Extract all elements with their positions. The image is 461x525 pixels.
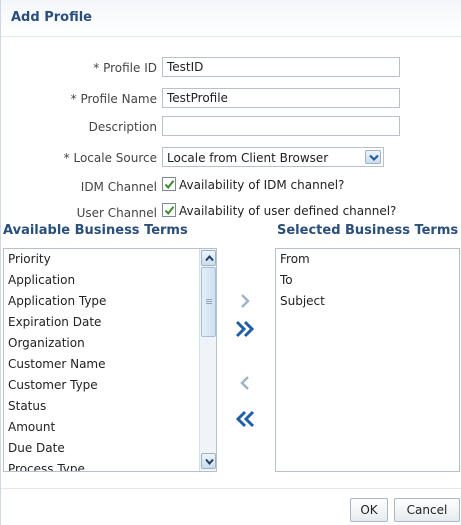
chevron-up-icon xyxy=(205,255,214,262)
list-item[interactable]: Process Type xyxy=(4,459,216,471)
list-item[interactable]: Customer Name xyxy=(4,354,216,375)
idm-channel-checkbox-text: Availability of IDM channel? xyxy=(179,178,345,192)
description-row: Description xyxy=(1,116,461,138)
available-list-scrollbar[interactable] xyxy=(199,249,216,471)
available-list-items: Priority Application Application Type Ex… xyxy=(4,249,216,471)
user-channel-row: User Channel Availability of user define… xyxy=(1,202,461,224)
user-channel-label: User Channel xyxy=(76,206,157,220)
profile-id-row: * Profile ID xyxy=(1,57,461,79)
user-channel-checkbox[interactable] xyxy=(162,203,176,217)
user-channel-checkbox-text: Availability of user defined channel? xyxy=(179,204,397,218)
ok-button[interactable]: OK xyxy=(350,498,388,522)
list-item[interactable]: Subject xyxy=(276,291,459,312)
description-label: Description xyxy=(88,120,157,134)
available-terms-list[interactable]: Priority Application Application Type Ex… xyxy=(3,248,217,472)
locale-source-row: * Locale Source Locale from Client Brows… xyxy=(1,147,461,169)
scroll-up-button[interactable] xyxy=(201,250,216,266)
locale-source-select[interactable]: Locale from Client Browser xyxy=(162,147,384,167)
list-item[interactable]: From xyxy=(276,249,459,270)
list-item[interactable]: Application Type xyxy=(4,291,216,312)
selected-terms-list[interactable]: From To Subject xyxy=(275,248,460,472)
profile-id-input[interactable] xyxy=(162,57,400,77)
checkmark-icon xyxy=(164,206,175,216)
locale-source-value: Locale from Client Browser xyxy=(167,151,329,165)
list-item[interactable]: To xyxy=(276,270,459,291)
list-item[interactable]: Expiration Date xyxy=(4,312,216,333)
checkmark-icon xyxy=(164,180,175,190)
footer-divider xyxy=(1,488,461,489)
list-item[interactable]: Due Date xyxy=(4,438,216,459)
selected-terms-heading: Selected Business Terms xyxy=(277,223,459,238)
list-item[interactable]: Priority xyxy=(4,249,216,270)
scroll-down-button[interactable] xyxy=(201,453,216,469)
dialog-title: Add Profile xyxy=(11,10,92,25)
idm-channel-checkbox-wrap[interactable]: Availability of IDM channel? xyxy=(162,177,344,192)
cancel-button[interactable]: Cancel xyxy=(394,498,460,522)
list-item[interactable]: Amount xyxy=(4,417,216,438)
chevron-down-icon xyxy=(205,458,214,465)
idm-channel-row: IDM Channel Availability of IDM channel? xyxy=(1,176,461,198)
move-all-button[interactable] xyxy=(231,316,259,342)
title-divider xyxy=(1,36,461,37)
scroll-grip xyxy=(206,299,212,300)
profile-name-input[interactable] xyxy=(162,88,400,108)
list-item[interactable]: Application xyxy=(4,270,216,291)
selected-list-items: From To Subject xyxy=(276,249,459,312)
description-input[interactable] xyxy=(162,116,400,136)
locale-source-label: * Locale Source xyxy=(63,151,157,165)
chevron-left-icon xyxy=(240,376,249,390)
idm-channel-checkbox[interactable] xyxy=(162,177,176,191)
profile-id-label: * Profile ID xyxy=(93,61,157,75)
profile-name-label: * Profile Name xyxy=(70,92,157,106)
dropdown-button[interactable] xyxy=(365,150,381,164)
available-terms-heading: Available Business Terms xyxy=(3,223,188,238)
double-chevron-left-icon xyxy=(235,410,255,428)
list-item[interactable]: Customer Type xyxy=(4,375,216,396)
add-profile-dialog: Add Profile * Profile ID * Profile Name … xyxy=(0,0,461,525)
chevron-right-icon xyxy=(241,294,250,308)
user-channel-checkbox-wrap[interactable]: Availability of user defined channel? xyxy=(162,203,396,218)
list-item[interactable]: Organization xyxy=(4,333,216,354)
double-chevron-right-icon xyxy=(235,320,255,338)
scroll-thumb[interactable] xyxy=(201,267,216,337)
idm-channel-label: IDM Channel xyxy=(80,180,157,194)
remove-button[interactable] xyxy=(231,370,259,396)
move-button[interactable] xyxy=(231,288,259,314)
chevron-down-icon xyxy=(369,154,379,162)
profile-name-row: * Profile Name xyxy=(1,88,461,110)
remove-all-button[interactable] xyxy=(231,406,259,432)
list-item[interactable]: Status xyxy=(4,396,216,417)
